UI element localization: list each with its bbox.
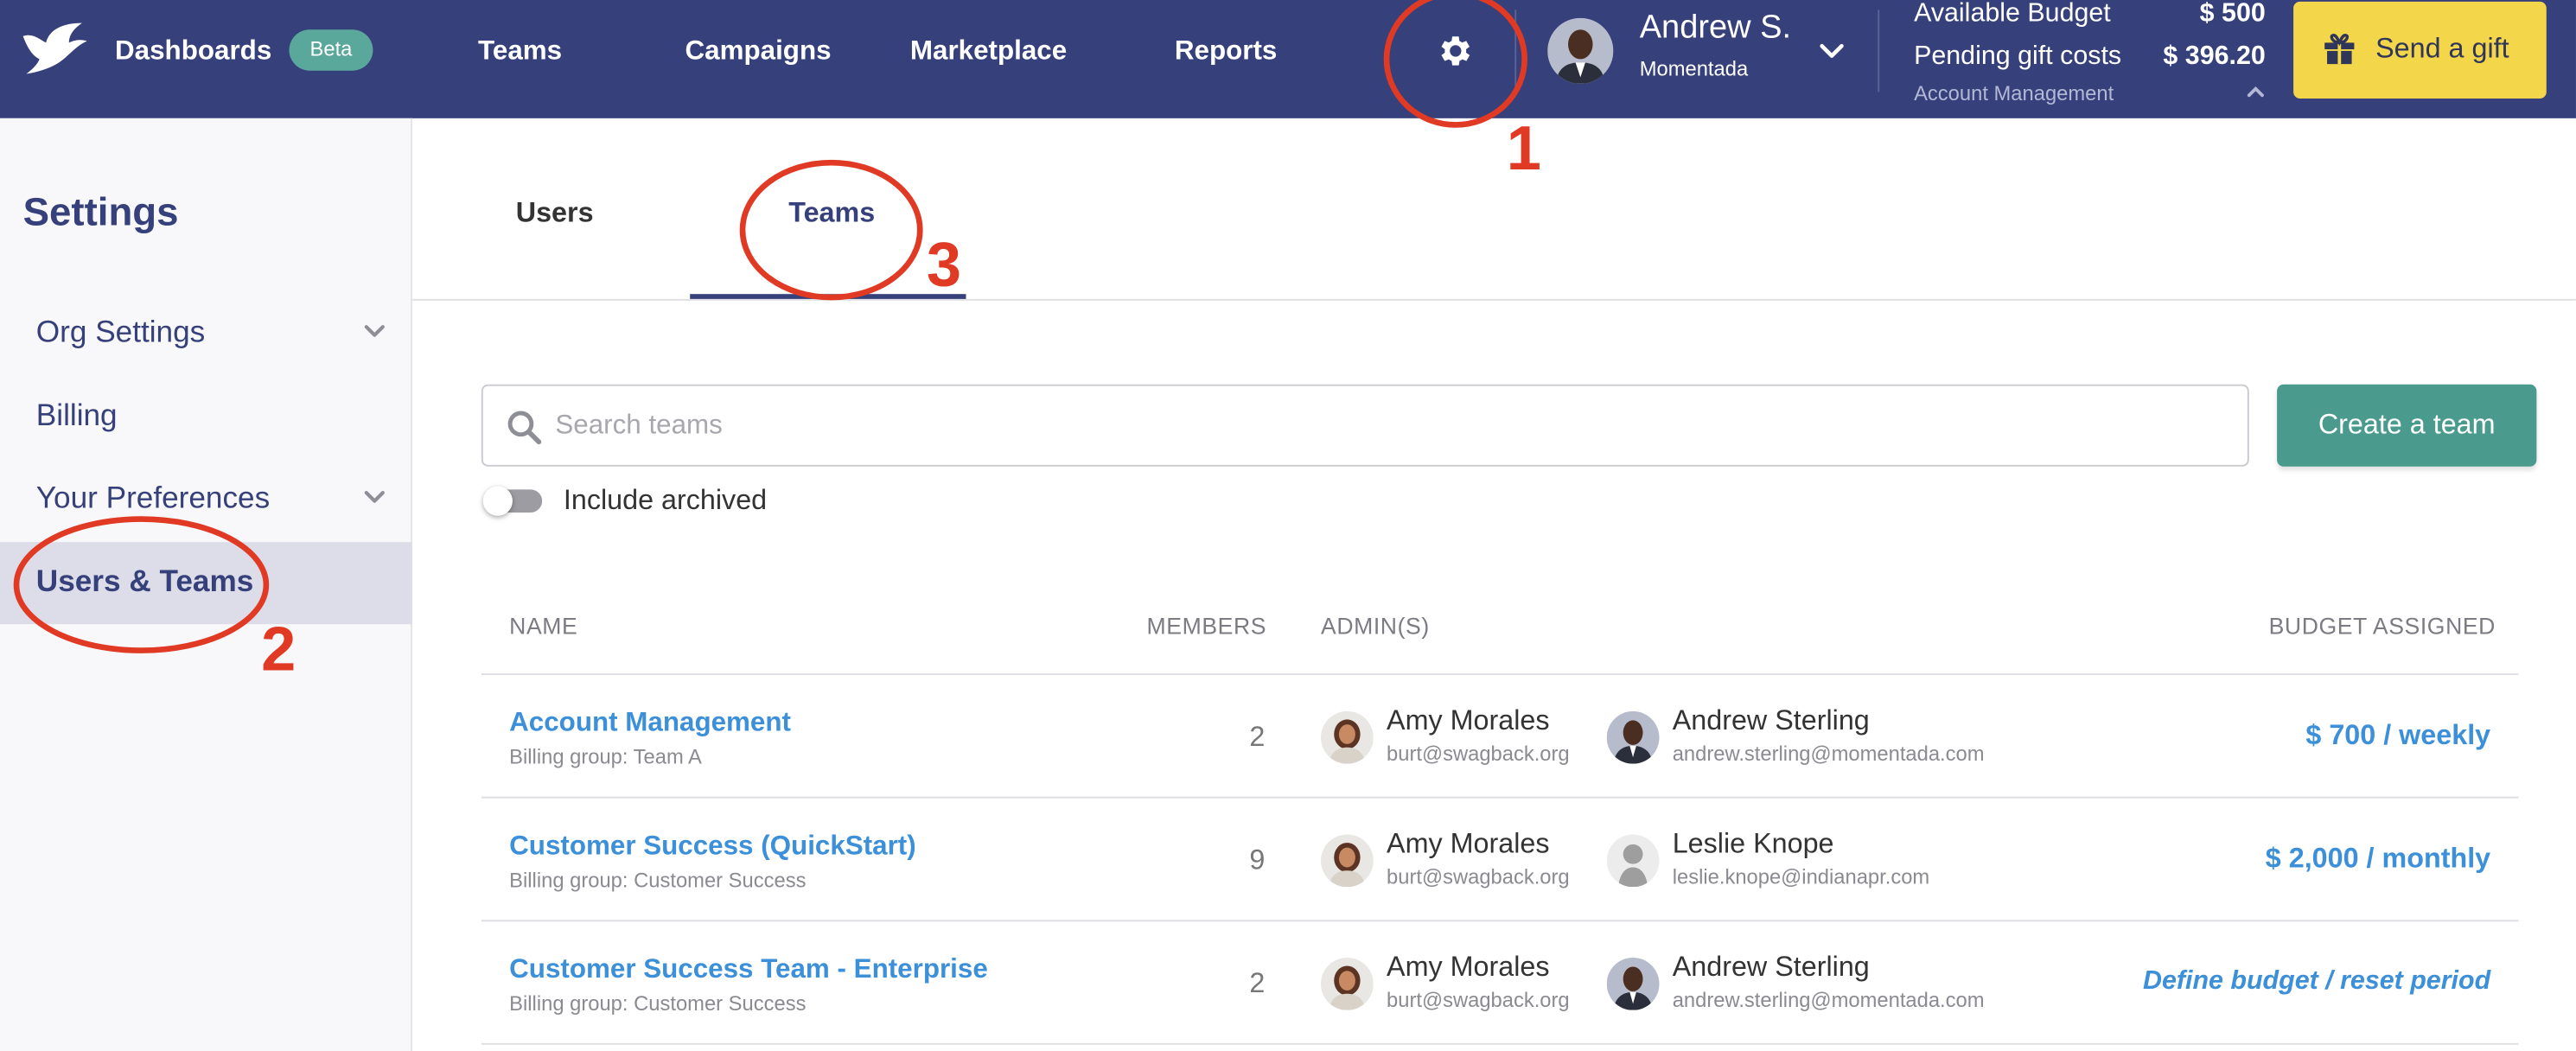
member-count: 2 — [1249, 721, 1266, 753]
send-gift-button[interactable]: Send a gift — [2293, 1, 2547, 99]
tab-users[interactable]: Users — [516, 197, 594, 230]
search-icon — [507, 411, 542, 445]
row-divider — [481, 1042, 2519, 1045]
sidebar-title: Settings — [22, 190, 179, 235]
user-organization: Momentada — [1639, 57, 1749, 81]
nav-teams[interactable]: Teams — [478, 0, 562, 102]
column-header-members[interactable]: MEMBERS — [1147, 613, 1267, 639]
search-input[interactable] — [555, 398, 2198, 452]
team-name-link[interactable]: Customer Success (QuickStart) — [509, 831, 916, 863]
bird-logo-icon[interactable] — [20, 20, 89, 76]
admin-avatar — [1321, 957, 1374, 1010]
pending-gift-costs-label: Pending gift costs — [1914, 42, 2122, 71]
pending-gift-costs-value: $ 396.20 — [2163, 42, 2266, 71]
billing-group: Billing group: Team A — [509, 745, 702, 769]
admin-name: Leslie Knope — [1672, 827, 1834, 859]
header-divider — [1878, 10, 1880, 92]
admin-avatar — [1321, 710, 1374, 764]
admin-email: burt@swagback.org — [1387, 865, 1570, 889]
chevron-up-icon[interactable] — [2244, 82, 2267, 102]
sidebar-item-your-preferences[interactable]: Your Preferences — [0, 458, 412, 540]
nav-dashboards[interactable]: Dashboards — [115, 0, 271, 102]
column-header-name[interactable]: NAME — [509, 613, 577, 639]
available-budget-value: $ 500 — [2199, 0, 2266, 29]
budget-assigned-link[interactable]: $ 700 / weekly — [2305, 719, 2490, 752]
admin-email: andrew.sterling@momentada.com — [1672, 989, 1985, 1012]
available-budget-label: Available Budget — [1914, 0, 2111, 29]
admin-avatar — [1321, 834, 1374, 888]
member-count: 9 — [1249, 844, 1266, 876]
admin-email: andrew.sterling@momentada.com — [1672, 742, 1985, 766]
include-archived-label: Include archived — [563, 484, 768, 516]
sidebar-item-label: Billing — [35, 397, 118, 432]
admin-email: leslie.knope@indianapr.com — [1672, 865, 1930, 889]
admin-avatar — [1606, 957, 1660, 1010]
header-divider — [1514, 10, 1517, 92]
settings-sidebar: Settings Org Settings Billing Your Prefe… — [0, 118, 413, 1051]
budget-assigned-link[interactable]: $ 2,000 / monthly — [2266, 843, 2490, 876]
tabs-divider — [412, 298, 2576, 301]
admin-name: Andrew Sterling — [1672, 704, 1870, 736]
admin-avatar — [1606, 710, 1660, 764]
nav-reports[interactable]: Reports — [1175, 0, 1277, 102]
user-avatar[interactable] — [1547, 17, 1614, 84]
active-tab-indicator — [690, 294, 966, 299]
sidebar-item-label: Your Preferences — [35, 479, 271, 514]
chevron-down-icon — [364, 491, 385, 503]
column-header-admins: ADMIN(S) — [1321, 612, 1430, 640]
sidebar-item-users-teams[interactable]: Users & Teams — [0, 542, 413, 625]
search-box[interactable] — [481, 384, 2249, 467]
budget-team-label[interactable]: Account Management — [1914, 82, 2114, 105]
team-name-link[interactable]: Account Management — [509, 708, 791, 739]
billing-group: Billing group: Customer Success — [509, 991, 807, 1016]
member-count: 2 — [1249, 967, 1266, 999]
sidebar-item-label: Org Settings — [35, 313, 206, 348]
settings-page: Dashboards Beta Teams Campaigns Marketpl… — [0, 0, 2576, 1051]
team-name-link[interactable]: Customer Success Team - Enterprise — [509, 954, 988, 985]
admin-email: burt@swagback.org — [1387, 989, 1570, 1012]
user-name[interactable]: Andrew S. — [1640, 10, 1791, 48]
beta-badge: Beta — [289, 29, 373, 71]
admin-name: Amy Morales — [1387, 951, 1550, 983]
billing-group: Billing group: Customer Success — [509, 869, 807, 892]
create-team-button[interactable]: Create a team — [2277, 384, 2537, 467]
column-header-budget[interactable]: BUDGET ASSIGNED — [2269, 613, 2496, 639]
nav-marketplace[interactable]: Marketplace — [910, 0, 1067, 102]
annotation-number-1: 1 — [1506, 115, 1541, 184]
send-gift-label: Send a gift — [2375, 33, 2509, 65]
sidebar-item-billing[interactable]: Billing — [0, 376, 412, 458]
chevron-down-icon — [364, 325, 385, 337]
admin-name: Amy Morales — [1387, 704, 1550, 736]
table-row[interactable]: Customer Success (QuickStart) Billing gr… — [481, 799, 2519, 920]
admin-name: Amy Morales — [1387, 827, 1550, 859]
admin-email: burt@swagback.org — [1387, 742, 1570, 766]
nav-campaigns[interactable]: Campaigns — [685, 0, 832, 102]
toggle-knob — [482, 486, 513, 516]
top-navigation-bar: Dashboards Beta Teams Campaigns Marketpl… — [0, 0, 2576, 118]
gift-icon — [2324, 34, 2355, 65]
include-archived-toggle[interactable] — [482, 486, 543, 516]
sidebar-item-label: Users & Teams — [35, 563, 254, 598]
table-row[interactable]: Customer Success Team - Enterprise Billi… — [481, 921, 2519, 1043]
default-user-avatar-icon — [1606, 834, 1660, 888]
gear-icon[interactable] — [1436, 31, 1476, 71]
tab-teams[interactable]: Teams — [788, 197, 875, 230]
annotation-number-2: 2 — [261, 615, 296, 685]
admin-name: Andrew Sterling — [1672, 951, 1870, 983]
table-row[interactable]: Account Management Billing group: Team A… — [481, 675, 2519, 797]
sidebar-item-org-settings[interactable]: Org Settings — [0, 292, 412, 374]
define-budget-link[interactable]: Define budget / reset period — [2143, 967, 2490, 997]
chevron-down-icon[interactable] — [1817, 36, 1846, 66]
annotation-number-3: 3 — [926, 231, 962, 301]
